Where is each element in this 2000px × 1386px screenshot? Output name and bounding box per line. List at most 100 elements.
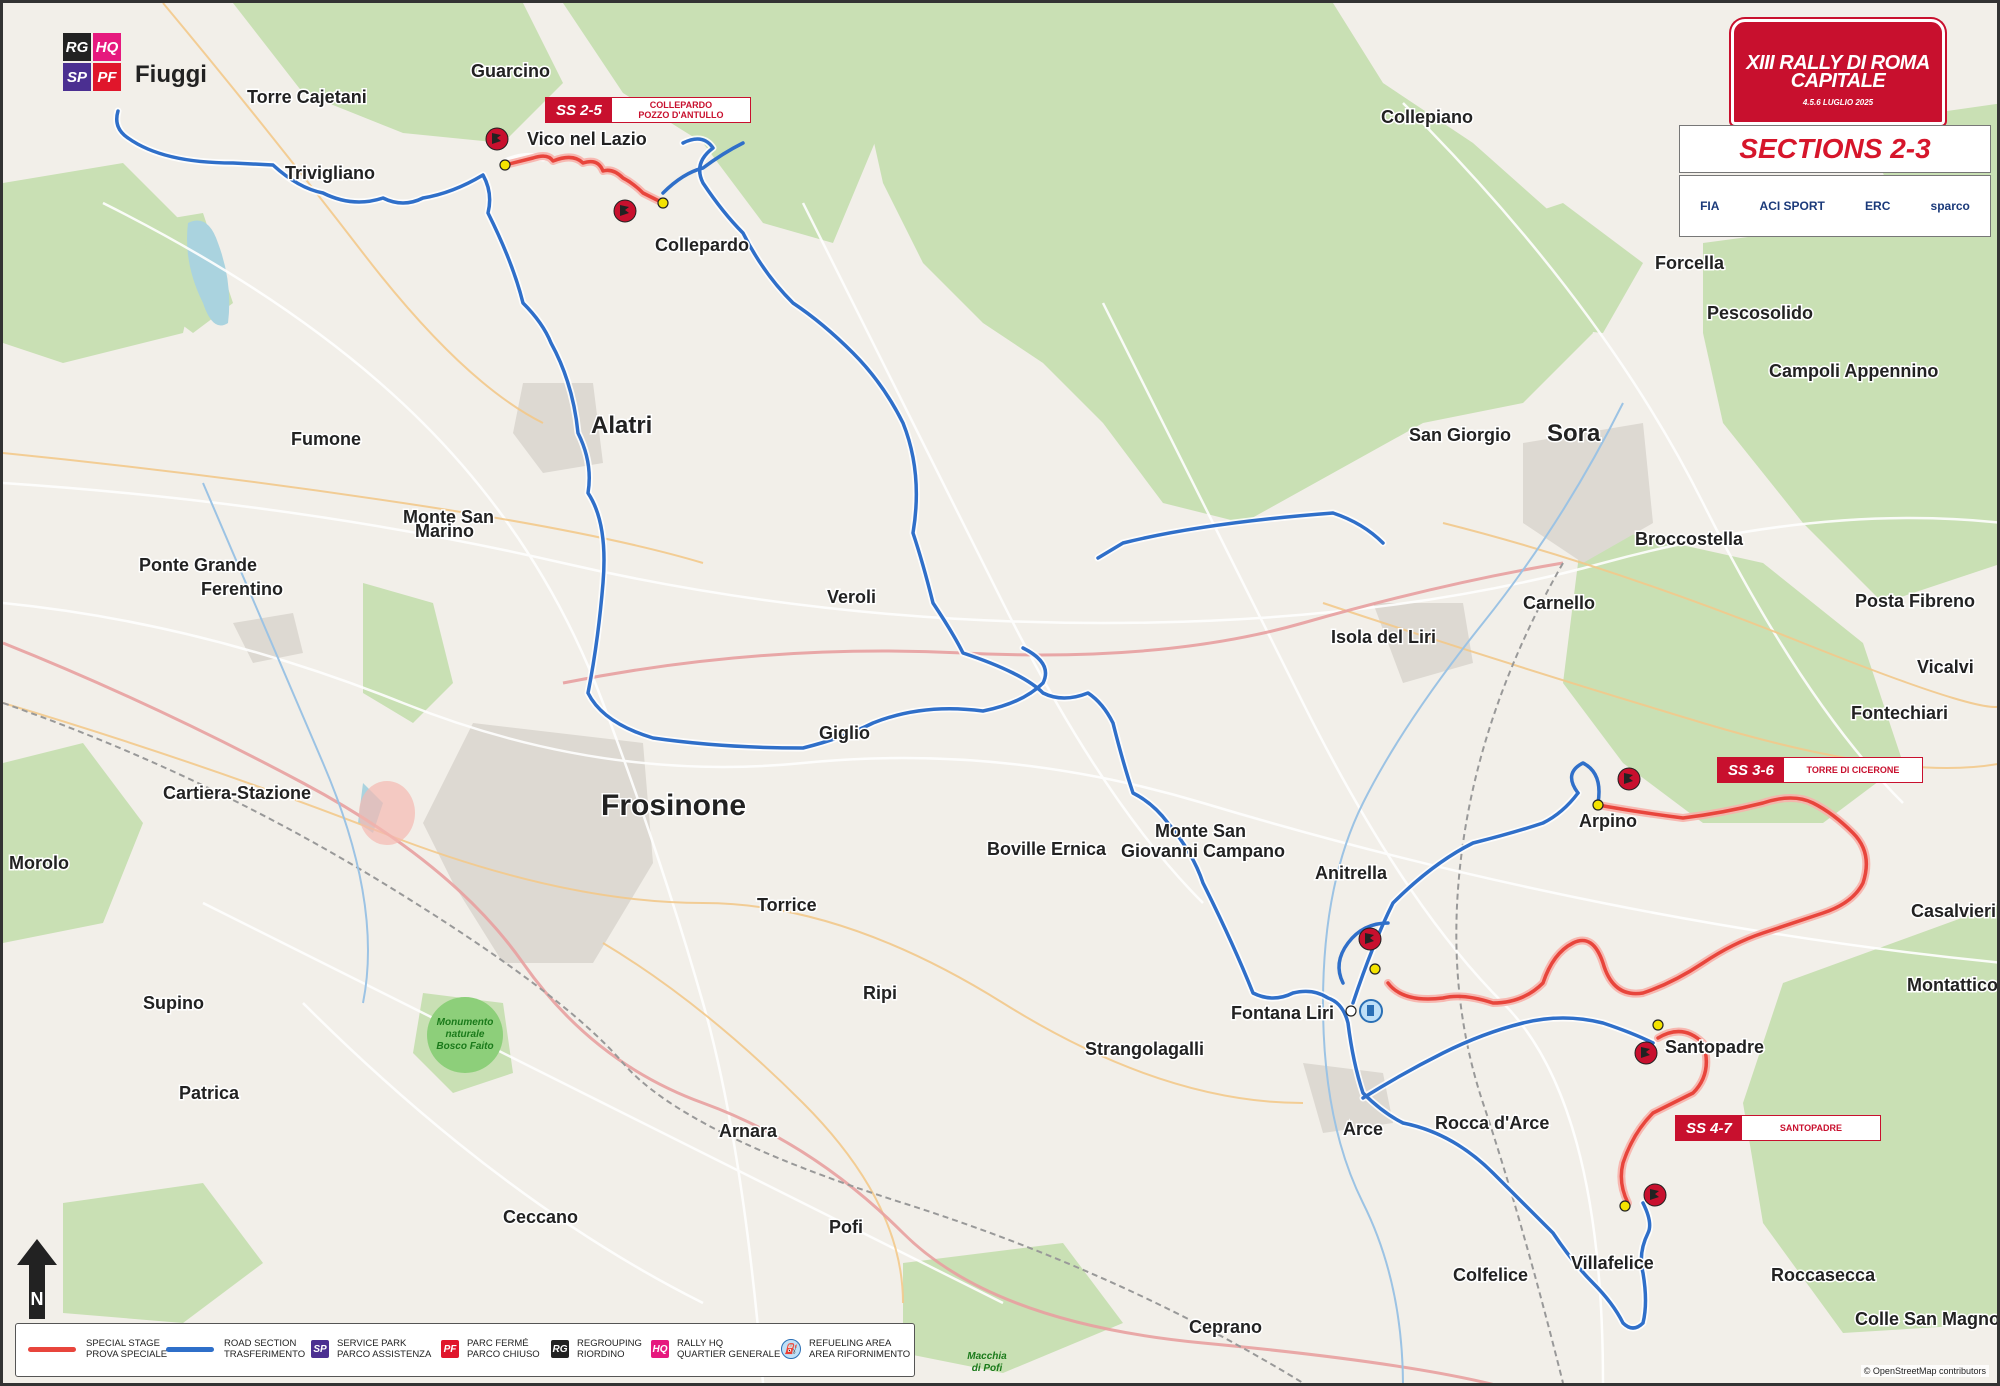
stage-flag-icon [1643,1183,1667,1207]
rally-logo: XIII RALLY DI ROMA CAPITALE 4.5.6 LUGLIO … [1731,19,1945,125]
place-label: Monte San [1155,821,1246,841]
place-label: Ferentino [201,579,283,599]
map-legend: SPECIAL STAGE PROVA SPECIALE ROAD SECTION… [15,1323,915,1377]
place-label: Boville Ernica [987,839,1107,859]
place-label-sora: Sora [1547,420,1601,447]
stage-flag-icon [1634,1041,1658,1065]
stage-tag-ss3-6: SS 3-6 TORRE DI CICERONE [1717,757,1923,783]
place-label: Vico nel Lazio [527,129,647,149]
place-label: Montattico [1907,975,1998,995]
place-label: Posta Fibreno [1855,591,1975,611]
place-label: Pescosolido [1707,303,1813,323]
place-label: Collepiano [1381,107,1473,127]
stage-tag-ss4-7: SS 4-7 SANTOPADRE [1675,1115,1881,1141]
rally-dates: 4.5.6 LUGLIO 2025 [1802,98,1874,107]
place-label: Torrice [757,895,817,915]
place-label: Cartiera-Stazione [163,783,311,803]
place-label: Collepardo [655,235,749,255]
legend-item-service-park: SP SERVICE PARK PARCO ASSISTENZA [311,1334,431,1364]
time-control-marker [1369,963,1381,975]
regrouping-icon: RG [551,1340,569,1358]
legend-label: PARCO CHIUSO [467,1349,540,1360]
road-junction-marker [1345,1005,1357,1017]
sections-title: SECTIONS 2-3 [1679,125,1991,173]
place-label: Ceprano [1189,1317,1262,1337]
time-control-marker [1652,1019,1664,1031]
regrouping-badge: RG [63,33,91,61]
place-label: Arce [1343,1119,1383,1139]
stage-name: TORRE DI CICERONE [1806,765,1900,775]
legend-item-road-section: ROAD SECTION TRASFERIMENTO [166,1334,305,1364]
stage-tag-ss2-5: SS 2-5 COLLEPARDO POZZO D'ANTULLO [545,97,751,123]
refueling-legend-icon: ⛽ [781,1339,801,1359]
legend-label: PARC FERMÉ [467,1338,529,1349]
park-label: di Pofi [972,1363,1003,1374]
special-stage-swatch [28,1346,76,1352]
place-label: Supino [143,993,204,1013]
stage-number: SS 4-7 [1676,1116,1742,1140]
aci-sport-logo: ACI SPORT [1759,199,1825,213]
stage-name: COLLEPARDO POZZO D'ANTULLO [612,98,750,122]
sparco-logo: sparco [1930,199,1970,213]
parc-ferme-badge: PF [93,63,121,91]
legend-label: SERVICE PARK [337,1338,407,1349]
place-label-alatri: Alatri [591,412,652,439]
place-label: Campoli Appennino [1769,361,1938,381]
stage-number: SS 3-6 [1718,758,1784,782]
legend-label: REGROUPING [577,1338,642,1349]
place-label: Rocca d'Arce [1435,1113,1549,1133]
legend-label: PROVA SPECIALE [86,1349,168,1360]
place-label: Patrica [179,1083,240,1103]
place-label: San Giorgio [1409,425,1511,445]
rally-hq-badge: HQ [93,33,121,61]
place-label: Forcella [1655,253,1725,273]
legend-label: RALLY HQ [677,1338,724,1349]
north-arrow-icon: N [17,1239,57,1319]
place-label: Arpino [1579,811,1637,831]
start-location-name: Fiuggi [135,61,207,88]
place-label: Veroli [827,587,876,607]
time-control-marker [499,159,511,171]
stage-name-line1: COLLEPARDO [649,100,713,110]
place-label: Trivigliano [285,163,375,183]
stage-flag-icon [485,127,509,151]
place-label: Pofi [829,1217,863,1237]
sponsor-logos: FIA ACI SPORT ERC sparco [1679,175,1991,237]
place-label: Anitrella [1315,863,1388,883]
place-label: Broccostella [1635,529,1744,549]
legend-item-regrouping: RG REGROUPING RIORDINO [551,1334,642,1364]
place-label: Casalvieri [1911,901,1996,921]
legend-label: PARCO ASSISTENZA [337,1349,432,1360]
legend-label: ROAD SECTION [224,1338,297,1349]
time-control-marker [1619,1200,1631,1212]
stage-number: SS 2-5 [546,98,612,122]
park-label: naturale [446,1029,485,1040]
stage-flag-icon [1358,927,1382,951]
place-label: Vicalvi [1917,657,1974,677]
airport-area [359,781,415,845]
road-section-swatch [166,1346,214,1352]
time-control-marker [1592,799,1604,811]
place-label: Fontana Liri [1231,1003,1334,1023]
place-label: Carnello [1523,593,1595,613]
rally-title-line2: CAPITALE [1790,70,1886,92]
place-label: Fumone [291,429,361,449]
rally-hq-icon: HQ [651,1340,669,1358]
osm-copyright: © OpenStreetMap contributors [1860,1365,1989,1377]
place-label: Colfelice [1453,1265,1528,1285]
place-label: Fontechiari [1851,703,1948,723]
north-label: N [31,1289,44,1309]
stage-flag-icon [613,199,637,223]
place-label-frosinone: Frosinone [601,789,746,822]
place-label: Santopadre [1665,1037,1764,1057]
stage-name: SANTOPADRE [1779,1123,1843,1133]
place-label: Marino [415,521,474,541]
rally-map: Frosinone Alatri Sora Guarcino Torre Caj… [0,0,2000,1386]
legend-label: AREA RIFORNIMENTO [809,1349,911,1360]
place-label: Torre Cajetani [247,87,367,107]
legend-label: RIORDINO [577,1349,625,1360]
place-label: Ponte Grande [139,555,257,575]
legend-item-special-stage: SPECIAL STAGE PROVA SPECIALE [28,1334,167,1364]
place-label: Guarcino [471,61,550,81]
legend-label: SPECIAL STAGE [86,1338,160,1349]
